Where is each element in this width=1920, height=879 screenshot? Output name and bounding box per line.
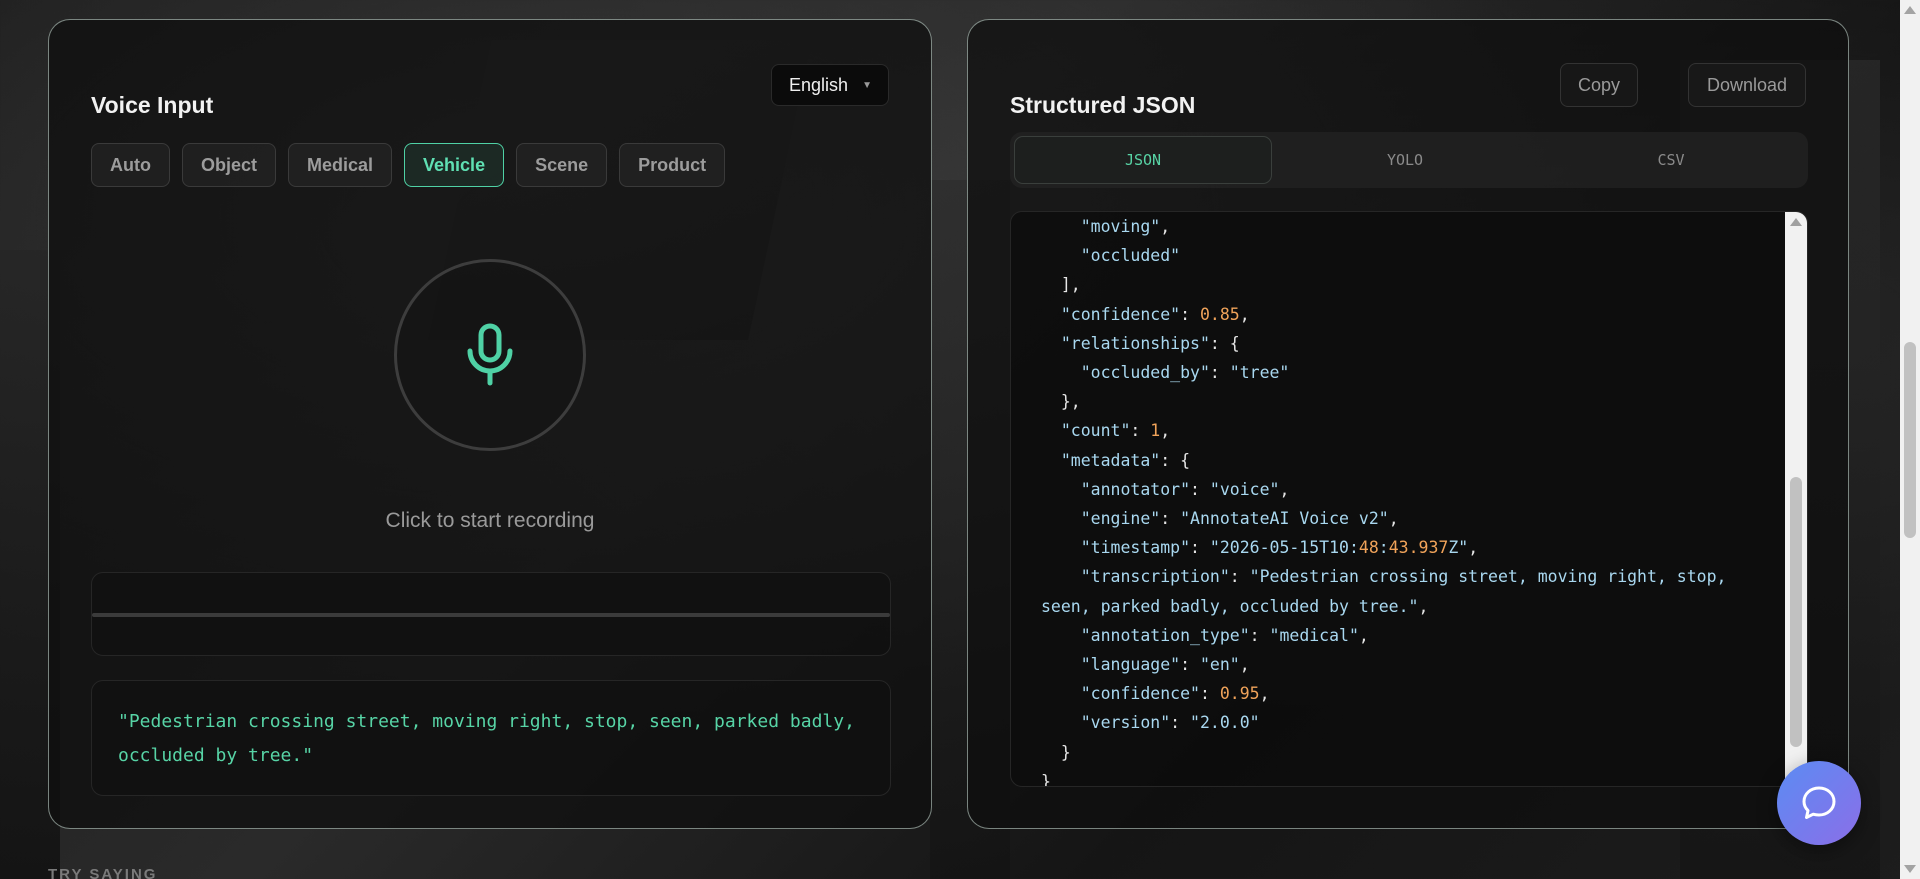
code-line: }	[1041, 742, 1071, 762]
code-line: "transcription": "Pedestrian crossing st…	[1041, 567, 1737, 616]
code-line: "timestamp": "2026-05-15T10:48:43.937Z",	[1080, 538, 1479, 558]
language-select-value: English	[789, 74, 849, 95]
code-line: "count": 1,	[1060, 421, 1171, 441]
chat-bubble-icon	[1802, 786, 1836, 819]
tab-json[interactable]: JSON	[1014, 136, 1272, 184]
page-scrollbar[interactable]	[1900, 0, 1920, 879]
code-line: "occluded_by": "tree"	[1080, 363, 1290, 383]
format-tabs: JSON YOLO CSV	[1010, 132, 1808, 188]
type-chip-object[interactable]: Object	[181, 143, 276, 187]
type-chip-auto[interactable]: Auto	[91, 143, 170, 187]
chat-button[interactable]	[1777, 761, 1861, 845]
code-scrollbar-thumb[interactable]	[1790, 477, 1802, 747]
code-line: ],	[1041, 275, 1081, 295]
page-scrollbar-thumb[interactable]	[1904, 342, 1916, 538]
code-line: "annotation_type": "medical",	[1080, 625, 1369, 645]
voice-input-title: Voice Input	[91, 92, 214, 118]
transcript-text: "Pedestrian crossing street, moving righ…	[91, 680, 891, 796]
type-chip-medical[interactable]: Medical	[288, 143, 393, 187]
scroll-down-arrow-icon[interactable]	[1904, 865, 1916, 873]
code-line: "version": "2.0.0"	[1080, 713, 1260, 733]
code-scrollbar[interactable]	[1785, 212, 1807, 786]
code-line: }	[1041, 771, 1051, 787]
json-code: "moving", "occluded" ], "confidence": 0.…	[1011, 212, 1785, 787]
code-line: "confidence": 0.85,	[1060, 304, 1250, 324]
code-line: "confidence": 0.95,	[1080, 684, 1270, 704]
code-line: "occluded"	[1080, 246, 1181, 266]
record-hint: Click to start recording	[385, 509, 595, 532]
language-select[interactable]: English ▼	[771, 64, 889, 106]
tab-csv[interactable]: CSV	[1538, 136, 1804, 184]
code-line: },	[1041, 392, 1081, 412]
copy-button[interactable]: Copy	[1560, 63, 1638, 107]
tab-yolo[interactable]: YOLO	[1272, 136, 1538, 184]
scroll-up-arrow-icon[interactable]	[1904, 6, 1916, 14]
json-code-viewer[interactable]: "moving", "occluded" ], "confidence": 0.…	[1010, 211, 1808, 787]
voice-input-panel: Voice Input English ▼ Auto Object Medical V…	[48, 19, 932, 829]
structured-json-panel: Structured JSON Copy Download JSON YOLO CS…	[967, 19, 1849, 829]
record-button[interactable]	[394, 259, 586, 451]
waveform-baseline	[92, 613, 890, 617]
type-chip-vehicle[interactable]: Vehicle	[404, 143, 505, 187]
code-line: "metadata": {	[1060, 450, 1191, 470]
code-line: "relationships": {	[1060, 333, 1240, 353]
structured-json-title: Structured JSON	[1010, 92, 1196, 118]
annotation-type-chips: Auto Object Medical Vehicle Scene Product	[91, 143, 726, 187]
audio-waveform	[91, 572, 891, 656]
try-saying-heading: TRY SAYING	[48, 866, 158, 879]
code-line: "moving",	[1080, 217, 1171, 236]
type-chip-scene[interactable]: Scene	[516, 143, 608, 187]
code-line: "annotator": "voice",	[1080, 479, 1290, 499]
code-line: "language": "en",	[1080, 655, 1250, 675]
microphone-icon	[467, 323, 513, 386]
code-line: "engine": "AnnotateAI Voice v2",	[1080, 509, 1399, 529]
scroll-up-arrow-icon[interactable]	[1790, 218, 1802, 226]
chevron-down-icon: ▼	[862, 80, 872, 91]
download-button[interactable]: Download	[1688, 63, 1806, 107]
type-chip-product[interactable]: Product	[619, 143, 726, 187]
